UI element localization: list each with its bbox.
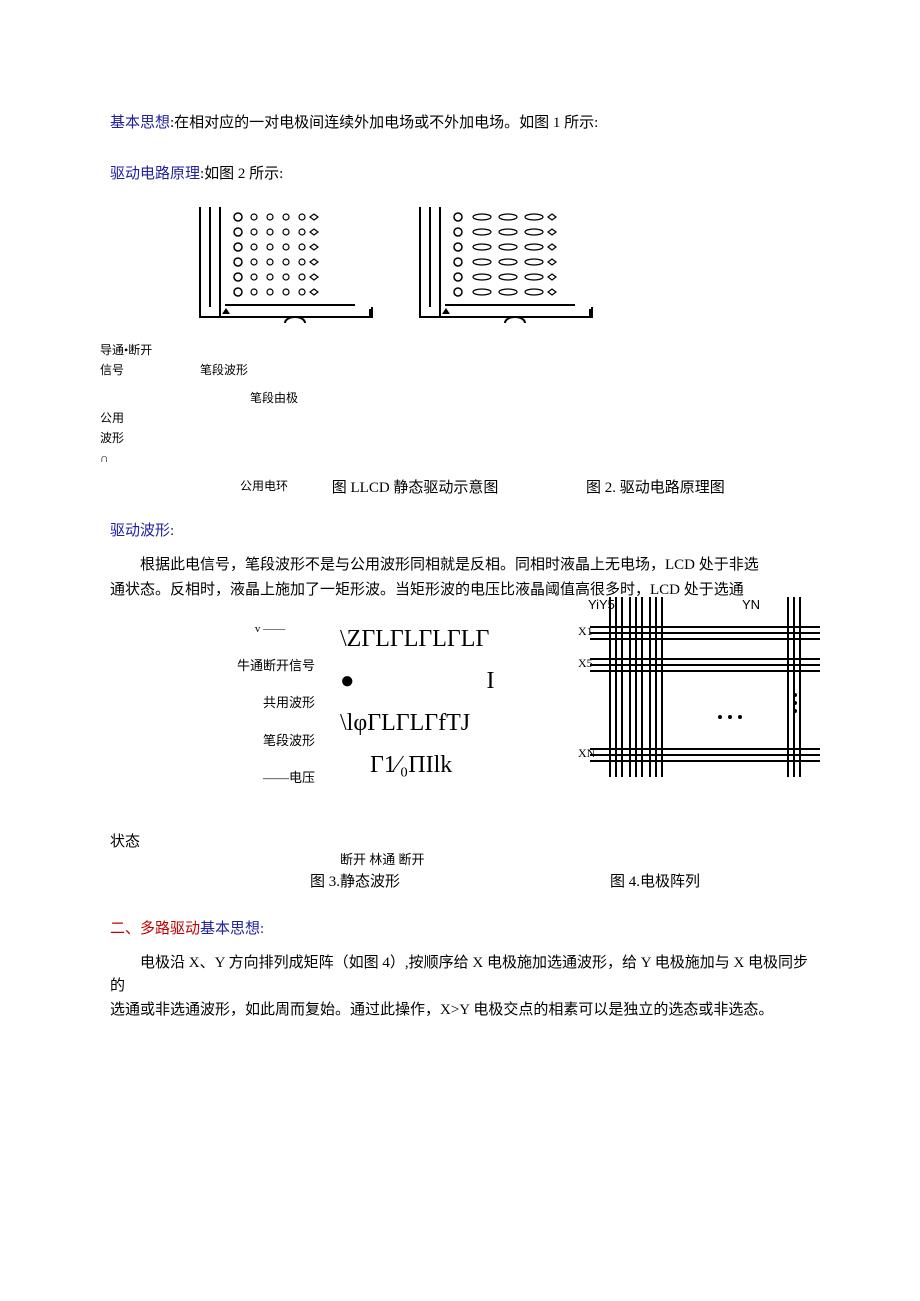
caption-fig4: 图 4.电极阵列	[610, 871, 700, 894]
para-multiplex-2: 选通或非选通波形，如此周而复始。通过此操作，X>Y 电极交点的相素可以是独立的选…	[110, 999, 820, 1022]
label-segment-electrode: 笔段由极	[250, 389, 298, 407]
para-multiplex-1: 电极沿 X、Y 方向排列成矩阵（如图 4）,按顺序给 X 电极施加选通波形，给 …	[110, 952, 820, 997]
text-basic-idea: :在相对应的一对电极间连续外加电场或不外加电场。如图 1 所示:	[170, 115, 598, 131]
xn: XN	[578, 746, 596, 760]
label-basic-idea: 基本思想	[110, 115, 170, 131]
label-state: 状态	[110, 831, 140, 854]
labels-left-col: 导通•断开 信号 笔段波形 笔段由极 公用 波形 ∩	[100, 341, 298, 469]
caption-row-34: 图 3.静态波形 图 4.电极阵列	[110, 871, 820, 894]
figure-1-2-row	[190, 197, 820, 337]
figure-3-4-block: YiY5 YN v —— 牛通断开信号 共用波形 笔段波形 ——电压 \ΖΓLΓ…	[110, 621, 820, 821]
figure-2-svg	[410, 197, 610, 337]
label-common-b: 波形	[100, 429, 298, 447]
label-common-ring: 公用电环	[240, 477, 288, 495]
caption-row-12: 公用电环 图 LLCD 静态驱动示意图 图 2. 驱动电路原理图	[110, 477, 820, 500]
x5: X5	[578, 656, 593, 670]
label-segment-wave: 笔段波形	[200, 363, 248, 377]
label-common-c: ∩	[100, 449, 298, 467]
figure-1-svg	[190, 197, 390, 337]
heading-drive-waveform: 驱动波形:	[110, 520, 820, 543]
sym-i: I	[487, 668, 495, 694]
fig3-left-labels: v —— 牛通断开信号 共用波形 笔段波形 ——电压	[225, 621, 315, 806]
break-label: 断开 林通 断开	[340, 850, 820, 870]
label-multiplex-blue: 基本思想:	[200, 921, 264, 937]
label-segment-wave2: 笔段波形	[225, 731, 315, 751]
label-v: v ——	[225, 621, 315, 638]
figure-4-svg: X1 X5 XN	[570, 597, 830, 787]
dot: ●	[340, 668, 355, 694]
para-basic-idea: 基本思想:在相对应的一对电极间连续外加电场或不外加电场。如图 1 所示:	[110, 112, 820, 135]
text-circuit-principle: :如图 2 所示:	[200, 166, 283, 182]
caption-fig1: 图 LLCD 静态驱动示意图	[332, 480, 499, 496]
below-labels-area: 导通•断开 信号 笔段波形 笔段由极 公用 波形 ∩	[110, 341, 820, 471]
label-onoff-signal: 牛通断开信号	[225, 656, 315, 676]
label-common-a: 公用	[100, 409, 298, 427]
label-circuit-principle: 驱动电路原理	[110, 166, 200, 182]
label-on-off: 导通•断开	[100, 341, 298, 359]
label-signal: 信号	[100, 363, 124, 377]
para-waveform-1: 根据此电信号，笔段波形不是与公用波形同相就是反相。同相时液晶上无电场，LCD 处…	[110, 554, 820, 577]
label-common-wave: 共用波形	[225, 693, 315, 713]
para-circuit-principle: 驱动电路原理:如图 2 所示:	[110, 163, 820, 186]
caption-fig2: 图 2. 驱动电路原理图	[586, 480, 725, 496]
label-multiplex-red: 二、多路驱动	[110, 921, 200, 937]
heading-multiplex: 二、多路驱动基本思想:	[110, 918, 820, 941]
caption-fig3: 图 3.静态波形	[310, 871, 400, 894]
page: 基本思想:在相对应的一对电极间连续外加电场或不外加电场。如图 1 所示: 驱动电…	[0, 0, 920, 1301]
label-voltage: ——电压	[225, 768, 315, 788]
x1: X1	[578, 624, 593, 638]
